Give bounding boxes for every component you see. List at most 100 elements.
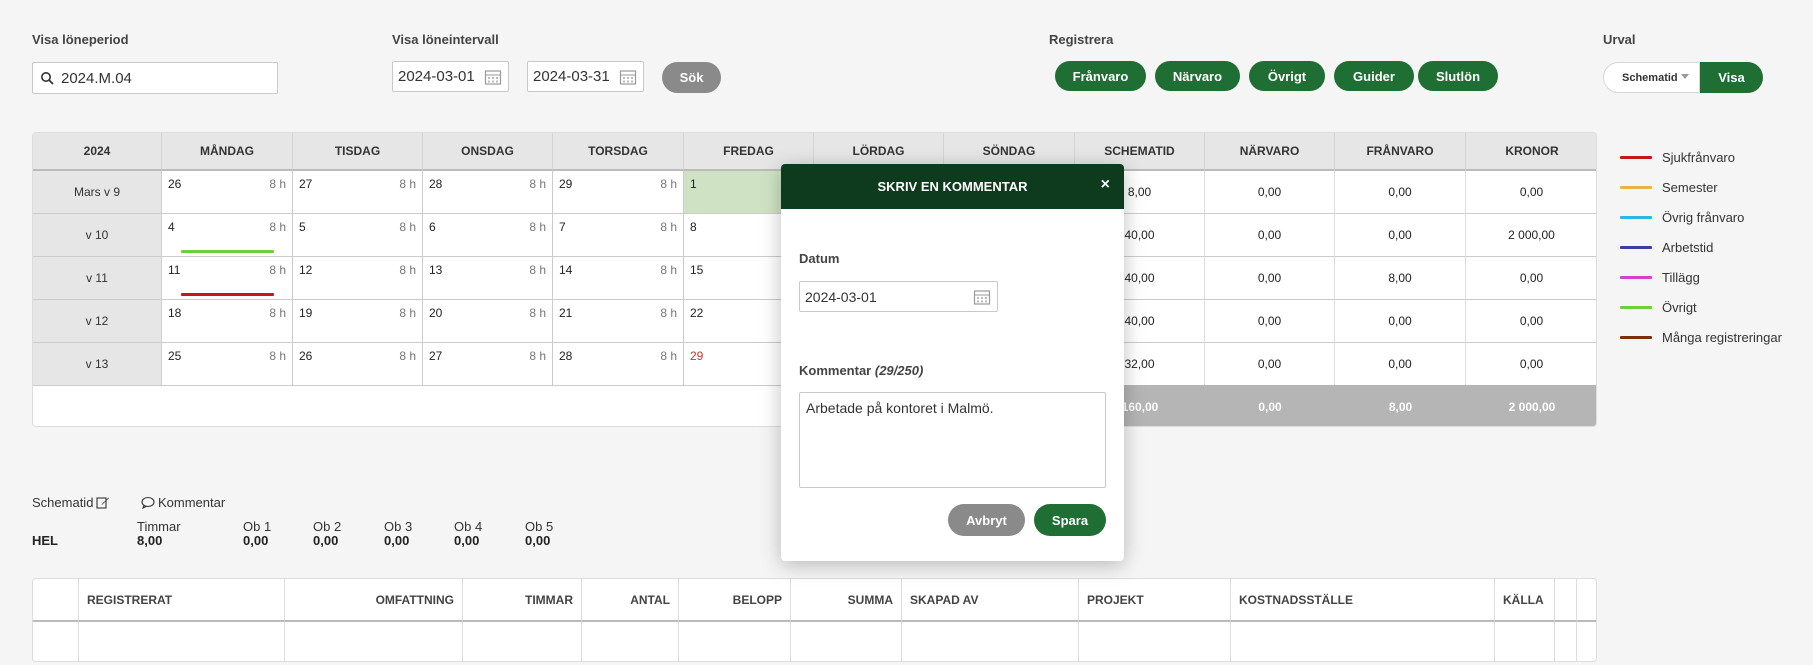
table-cell [679,622,791,661]
legend-item: Övrigt [1620,292,1782,322]
detail-column-value: 8,00 [137,533,163,548]
column-header[interactable]: KOSTNADSSTÄLLE [1231,579,1495,622]
detail-column-label: Ob 1 [243,519,272,534]
table-cell [1495,622,1555,661]
column-header[interactable]: ANTAL [582,579,679,622]
urval-select[interactable]: Schematid [1603,62,1700,93]
day-cell[interactable]: 7 8 h [553,214,684,257]
day-number: 11 [168,263,181,277]
register-ovrigt-button[interactable]: Övrigt [1249,61,1325,91]
day-cell[interactable]: 21 8 h [553,300,684,343]
kommentar-link[interactable]: Kommentar [141,495,225,510]
day-cell[interactable]: 6 8 h [423,214,553,257]
day-cell[interactable]: 29 8 h [553,171,684,214]
column-header[interactable]: SKAPAD AV [902,579,1079,622]
date-to-field[interactable]: 2024-03-31 [527,61,644,92]
legend-label: Tillägg [1662,269,1700,285]
narvaro-value: 0,00 [1205,300,1335,343]
detail-column-value: 0,00 [525,533,551,548]
table-cell [902,622,1079,661]
search-button[interactable]: Sök [662,62,721,93]
kommentar-textarea[interactable]: Arbetade på kontoret i Malmö. [799,392,1106,488]
sjukfranvaro-marker [181,293,274,296]
day-hours: 8 h [529,349,546,363]
kronor-header: KRONOR [1466,133,1596,171]
save-button[interactable]: Spara [1034,504,1106,536]
checkbox-column-header [33,579,79,622]
detail-column-value: 0,00 [313,533,339,548]
calendar-icon[interactable] [973,288,991,306]
legend-swatch [1620,305,1652,309]
datum-label: Datum [799,251,840,266]
day-cell[interactable]: 18 8 h [162,300,293,343]
day-cell[interactable]: 27 8 h [423,343,553,386]
day-hours: 8 h [529,306,546,320]
day-number: 8 [690,220,697,234]
day-hours: 8 h [269,263,286,277]
day-cell[interactable]: 11 8 h [162,257,293,300]
close-icon[interactable]: × [1101,176,1110,194]
column-header[interactable]: SUMMA [791,579,902,622]
legend-swatch [1620,155,1652,159]
day-cell[interactable]: 12 8 h [293,257,423,300]
day-cell[interactable]: 26 8 h [162,171,293,214]
loneperiod-value: 2024.M.04 [61,70,132,87]
calendar-icon[interactable] [619,68,637,86]
day-number: 15 [690,263,704,277]
day-cell[interactable]: 26 8 h [293,343,423,386]
schematid-link[interactable]: Schematid [32,495,110,510]
day-hours: 8 h [660,306,677,320]
day-number: 6 [429,220,436,234]
schematid-link-label: Schematid [32,495,94,510]
day-cell[interactable]: 27 8 h [293,171,423,214]
day-header: MÅNDAG [162,133,293,171]
day-cell[interactable]: 4 8 h [162,214,293,257]
column-header-extra [1555,579,1577,622]
day-number: 21 [559,306,573,320]
modal-header: SKRIV EN KOMMENTAR × [781,164,1124,209]
loneperiod-input[interactable]: 2024.M.04 [32,62,278,94]
urval-label: Urval [1603,32,1636,47]
legend-label: Arbetstid [1662,239,1714,255]
total-franvaro: 8,00 [1335,385,1466,426]
day-cell[interactable]: 19 8 h [293,300,423,343]
column-header[interactable]: PROJEKT [1079,579,1231,622]
day-hours: 8 h [660,349,677,363]
day-cell[interactable]: 28 8 h [423,171,553,214]
column-header[interactable]: BELOPP [679,579,791,622]
day-cell[interactable]: 13 8 h [423,257,553,300]
register-slutlon-button[interactable]: Slutlön [1418,61,1498,91]
kronor-value: 2 000,00 [1466,214,1596,257]
legend-label: Sjukfrånvaro [1662,149,1735,165]
day-number: 26 [168,177,182,191]
day-hours: 8 h [660,263,677,277]
column-header[interactable]: KÄLLA [1495,579,1555,622]
day-cell[interactable]: 25 8 h [162,343,293,386]
table-cell [285,622,463,661]
franvaro-value: 0,00 [1335,300,1466,343]
column-header[interactable]: OMFATTNING [285,579,463,622]
day-cell[interactable]: 5 8 h [293,214,423,257]
ovrigt-marker [181,250,274,253]
table-cell [1079,622,1231,661]
narvaro-header: NÄRVARO [1205,133,1335,171]
column-header[interactable]: TIMMAR [463,579,582,622]
register-guider-button[interactable]: Guider [1334,61,1414,91]
legend-swatch [1620,335,1652,339]
day-cell[interactable]: 14 8 h [553,257,684,300]
franvaro-value: 0,00 [1335,214,1466,257]
day-cell[interactable]: 20 8 h [423,300,553,343]
column-header[interactable]: REGISTRERAT [79,579,285,622]
calendar-icon[interactable] [484,68,502,86]
register-narvaro-button[interactable]: Närvaro [1155,61,1240,91]
date-from-field[interactable]: 2024-03-01 [392,61,509,92]
day-number: 28 [559,349,573,363]
cancel-button[interactable]: Avbryt [948,504,1025,536]
datum-field[interactable]: 2024-03-01 [799,281,998,312]
register-franvaro-button[interactable]: Frånvaro [1055,61,1146,91]
day-cell[interactable]: 28 8 h [553,343,684,386]
visa-button[interactable]: Visa [1700,62,1763,93]
day-number: 19 [299,306,313,320]
detail-column-label: Ob 2 [313,519,342,534]
day-number: 13 [429,263,443,277]
